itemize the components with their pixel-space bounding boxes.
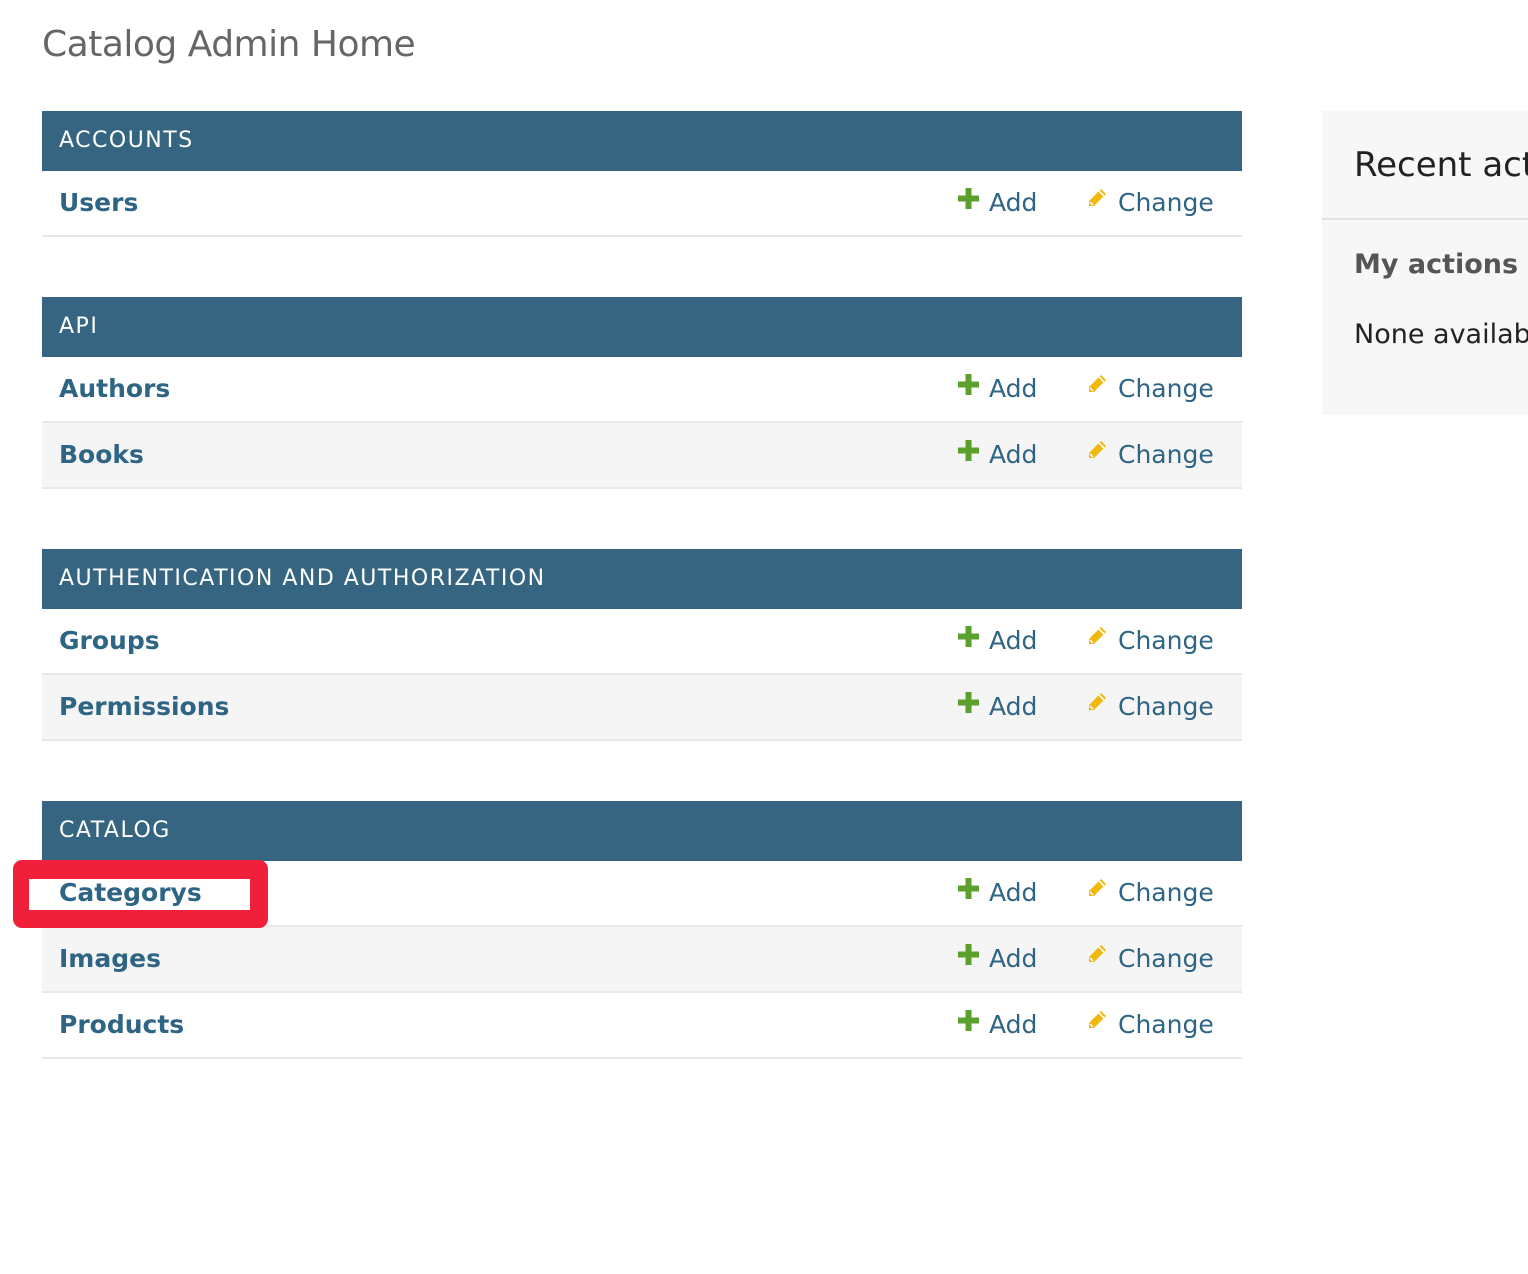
add-label: Add — [989, 374, 1038, 403]
recent-actions-divider — [1322, 218, 1528, 220]
plus-icon — [958, 673, 979, 737]
module-accounts: ACCOUNTS Users Add Change — [42, 111, 1242, 237]
add-label: Add — [989, 692, 1038, 721]
plus-icon — [958, 859, 979, 923]
model-row-authors: Authors Add Change — [42, 357, 1242, 423]
model-link-authors[interactable]: Authors — [59, 357, 170, 421]
add-groups-button[interactable]: Add — [958, 609, 1037, 674]
pencil-icon — [1086, 925, 1108, 989]
add-label: Add — [989, 1010, 1038, 1039]
change-label: Change — [1118, 440, 1214, 469]
add-label: Add — [989, 878, 1038, 907]
model-link-groups[interactable]: Groups — [59, 609, 160, 673]
add-label: Add — [989, 626, 1038, 655]
change-products-button[interactable]: Change — [1086, 993, 1214, 1058]
add-books-button[interactable]: Add — [958, 423, 1037, 488]
change-label: Change — [1118, 944, 1214, 973]
module-header-auth[interactable]: AUTHENTICATION AND AUTHORIZATION — [42, 549, 1242, 609]
model-row-images: Images Add Change — [42, 927, 1242, 993]
add-categorys-button[interactable]: Add — [958, 861, 1037, 926]
recent-actions-title: Recent actions — [1354, 145, 1528, 185]
plus-icon — [958, 169, 979, 233]
model-link-permissions[interactable]: Permissions — [59, 675, 229, 739]
module-header-api[interactable]: API — [42, 297, 1242, 357]
module-catalog: CATALOG Categorys Add Change Images Add … — [42, 801, 1242, 1059]
model-row-categorys: Categorys Add Change — [42, 861, 1242, 927]
pencil-icon — [1086, 673, 1108, 737]
plus-icon — [958, 925, 979, 989]
add-permissions-button[interactable]: Add — [958, 675, 1037, 740]
plus-icon — [958, 421, 979, 485]
model-row-users: Users Add Change — [42, 171, 1242, 237]
module-auth: AUTHENTICATION AND AUTHORIZATION Groups … — [42, 549, 1242, 741]
model-row-groups: Groups Add Change — [42, 609, 1242, 675]
change-books-button[interactable]: Change — [1086, 423, 1214, 488]
add-images-button[interactable]: Add — [958, 927, 1037, 992]
change-images-button[interactable]: Change — [1086, 927, 1214, 992]
add-users-button[interactable]: Add — [958, 171, 1037, 236]
model-link-books[interactable]: Books — [59, 423, 144, 487]
pencil-icon — [1086, 355, 1108, 419]
add-label: Add — [989, 944, 1038, 973]
plus-icon — [958, 355, 979, 419]
change-label: Change — [1118, 374, 1214, 403]
no-actions-text: None available — [1354, 319, 1528, 350]
change-label: Change — [1118, 188, 1214, 217]
pencil-icon — [1086, 421, 1108, 485]
add-authors-button[interactable]: Add — [958, 357, 1037, 422]
change-authors-button[interactable]: Change — [1086, 357, 1214, 422]
recent-actions-panel: Recent actions My actions None available — [1322, 111, 1528, 415]
model-link-products[interactable]: Products — [59, 993, 184, 1057]
my-actions-heading: My actions — [1354, 249, 1519, 280]
change-users-button[interactable]: Change — [1086, 171, 1214, 236]
module-api: API Authors Add Change Books Add Change — [42, 297, 1242, 489]
plus-icon — [958, 607, 979, 671]
change-label: Change — [1118, 692, 1214, 721]
module-header-accounts[interactable]: ACCOUNTS — [42, 111, 1242, 171]
plus-icon — [958, 991, 979, 1055]
change-label: Change — [1118, 1010, 1214, 1039]
change-label: Change — [1118, 878, 1214, 907]
pencil-icon — [1086, 991, 1108, 1055]
add-label: Add — [989, 188, 1038, 217]
module-header-catalog[interactable]: CATALOG — [42, 801, 1242, 861]
model-link-images[interactable]: Images — [59, 927, 161, 991]
change-permissions-button[interactable]: Change — [1086, 675, 1214, 740]
page-title: Catalog Admin Home — [42, 24, 416, 65]
change-label: Change — [1118, 626, 1214, 655]
add-label: Add — [989, 440, 1038, 469]
add-products-button[interactable]: Add — [958, 993, 1037, 1058]
change-categorys-button[interactable]: Change — [1086, 861, 1214, 926]
model-link-users[interactable]: Users — [59, 171, 138, 235]
pencil-icon — [1086, 859, 1108, 923]
pencil-icon — [1086, 607, 1108, 671]
model-row-permissions: Permissions Add Change — [42, 675, 1242, 741]
change-groups-button[interactable]: Change — [1086, 609, 1214, 674]
pencil-icon — [1086, 169, 1108, 233]
model-row-products: Products Add Change — [42, 993, 1242, 1059]
model-row-books: Books Add Change — [42, 423, 1242, 489]
model-link-categorys[interactable]: Categorys — [59, 861, 202, 925]
